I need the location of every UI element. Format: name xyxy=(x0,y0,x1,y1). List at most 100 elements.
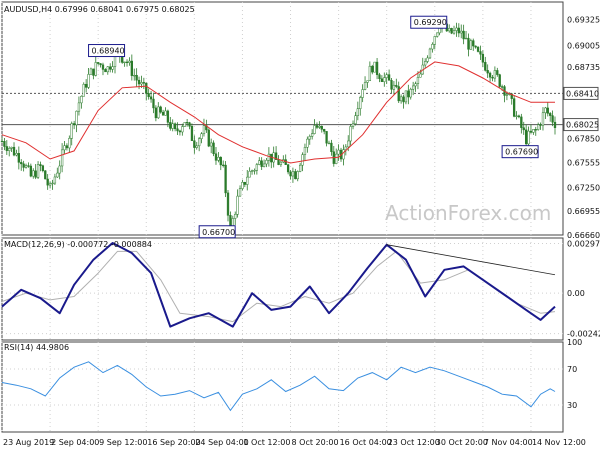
candle-body xyxy=(89,68,93,75)
candle-body xyxy=(277,159,280,165)
candle-body xyxy=(335,153,338,164)
candle-body xyxy=(226,192,230,216)
x-tick-label: 30 Oct 20:00 xyxy=(436,438,488,447)
moving-average-line xyxy=(1,61,555,164)
candle-body xyxy=(123,61,126,64)
candle-body xyxy=(36,164,40,178)
candle-body xyxy=(462,30,465,40)
candle-body xyxy=(546,107,549,114)
candle-body xyxy=(77,102,81,112)
candle-body xyxy=(515,115,518,117)
candle-body xyxy=(368,65,372,82)
candle-body xyxy=(342,149,345,160)
candle-body xyxy=(56,172,59,178)
candle-body xyxy=(46,178,49,186)
candle-body xyxy=(296,171,299,180)
candle-body xyxy=(474,45,477,48)
candle-body xyxy=(481,53,485,63)
candle-body xyxy=(20,162,23,165)
candle-body xyxy=(291,171,295,177)
rsi-y-tick: 100 xyxy=(567,338,582,347)
candle-body xyxy=(527,130,530,145)
candle-body xyxy=(460,30,463,34)
price-y-tick: 0.69005 xyxy=(567,41,600,50)
candle-body xyxy=(532,129,535,133)
macd-y-tick: 0.00 xyxy=(567,289,585,298)
candle-body xyxy=(327,142,331,145)
candle-body xyxy=(164,110,167,116)
candle-body xyxy=(313,125,316,134)
candle-body xyxy=(5,146,8,151)
candle-body xyxy=(39,164,42,166)
chart: 0.68940 0.69290 0.67690 0.66700 23 Aug 2019… xyxy=(0,1,600,447)
candle-body xyxy=(214,153,218,161)
candle-body xyxy=(493,70,497,79)
candle-body xyxy=(173,123,177,130)
candle-body xyxy=(234,214,237,219)
price-y-tick: 0.69325 xyxy=(567,15,600,24)
price-y-tick: 0.67555 xyxy=(567,159,600,168)
price-label: 0.66700 xyxy=(202,228,235,237)
candle-body xyxy=(51,182,54,185)
candle-body xyxy=(308,136,311,140)
candle-body xyxy=(553,121,557,128)
candle-body xyxy=(265,159,268,165)
candle-body xyxy=(243,181,246,185)
candle-body xyxy=(549,113,552,116)
candle-body xyxy=(325,131,328,144)
x-tick-label: 2 Sep 04:00 xyxy=(51,438,99,447)
x-tick-label: 9 Sep 12:00 xyxy=(99,438,147,447)
macd-title: MACD(12,26,9) -0.000772 -0.000884 xyxy=(4,240,152,249)
candle-body xyxy=(41,165,45,171)
x-tick-label: 7 Nov 04:00 xyxy=(484,438,533,447)
candle-body xyxy=(101,64,105,70)
candle-body xyxy=(166,110,170,123)
candle-body xyxy=(294,171,297,180)
candle-body xyxy=(452,30,456,34)
candle-body xyxy=(176,128,179,132)
candle-body xyxy=(351,123,355,127)
candle-body xyxy=(70,123,73,139)
x-tick-label: 14 Nov 12:00 xyxy=(532,438,586,447)
candle-body xyxy=(94,62,97,76)
candle-body xyxy=(109,66,112,70)
candle-body xyxy=(298,164,302,172)
candle-body xyxy=(200,133,203,139)
candle-body xyxy=(385,74,388,78)
candle-body xyxy=(210,142,213,147)
candle-body xyxy=(524,129,528,145)
candle-body xyxy=(366,80,369,83)
candle-body xyxy=(303,147,307,155)
candle-body xyxy=(267,153,271,161)
candle-body xyxy=(551,115,554,123)
price-y-tick: 0.67850 xyxy=(567,135,600,144)
candle-body xyxy=(539,124,542,126)
candle-body xyxy=(190,126,194,141)
candle-body xyxy=(63,145,66,151)
candle-body xyxy=(330,142,333,152)
candle-body xyxy=(450,27,453,34)
candle-body xyxy=(448,27,451,32)
candle-body xyxy=(82,83,85,97)
candle-body xyxy=(491,76,494,79)
candle-body xyxy=(29,165,33,177)
candle-body xyxy=(318,125,321,128)
candle-body xyxy=(390,80,393,90)
candle-body xyxy=(255,164,259,171)
candle-body xyxy=(484,61,487,71)
candle-body xyxy=(260,160,263,167)
candle-body xyxy=(347,140,350,148)
candle-body xyxy=(286,164,290,173)
candle-body xyxy=(15,153,18,156)
candle-body xyxy=(289,171,292,177)
candle-body xyxy=(378,74,381,79)
candle-body xyxy=(68,138,71,149)
candle-body xyxy=(311,133,314,137)
watermark: ActionForex.com xyxy=(385,201,551,225)
candle-body xyxy=(436,32,439,37)
candle-body xyxy=(58,165,61,174)
candle-body xyxy=(17,153,20,163)
candle-body xyxy=(236,195,239,215)
candle-body xyxy=(152,98,155,109)
candle-body xyxy=(301,154,304,166)
